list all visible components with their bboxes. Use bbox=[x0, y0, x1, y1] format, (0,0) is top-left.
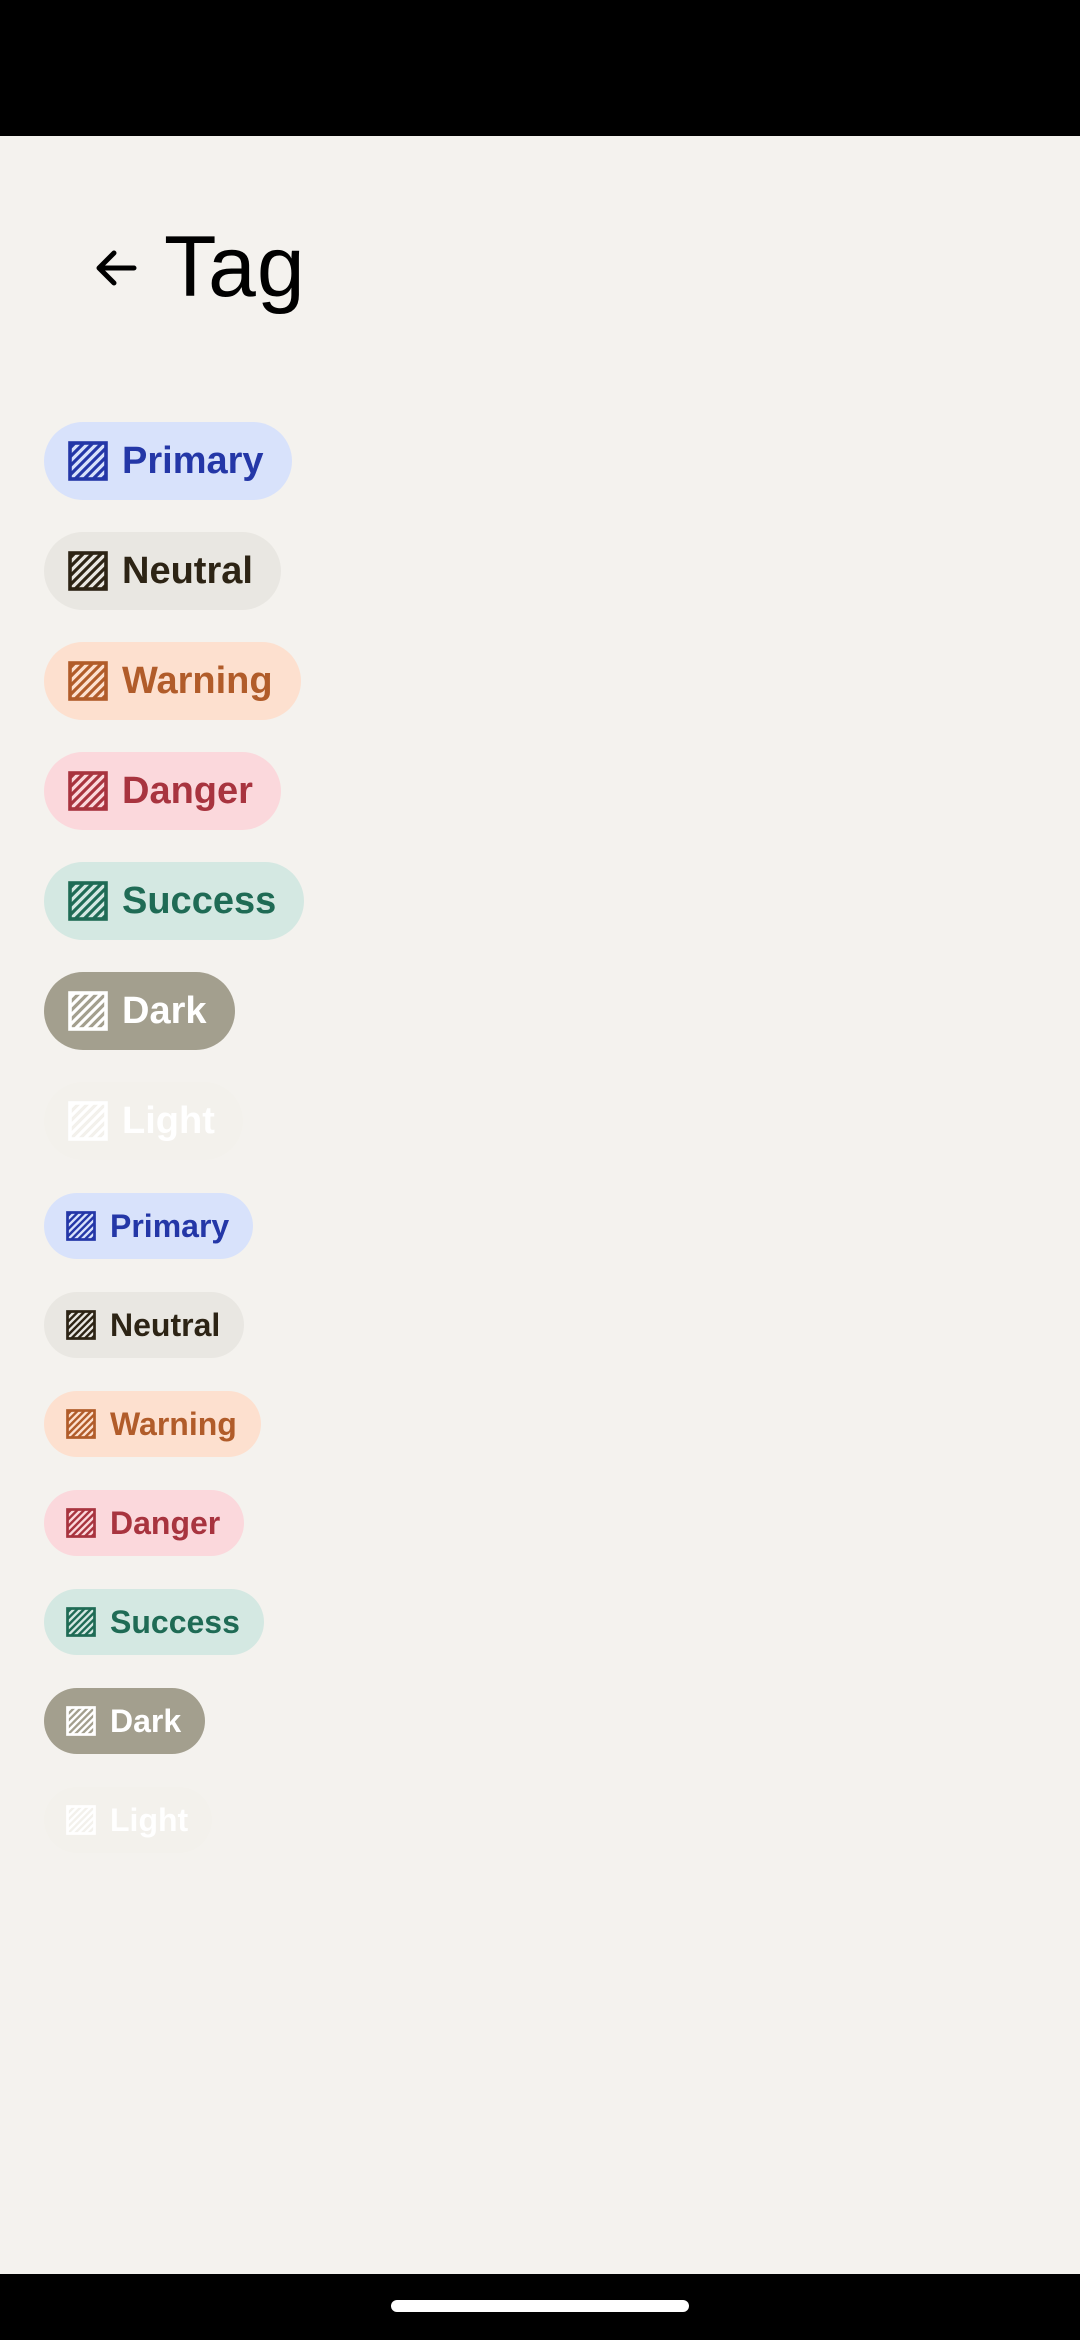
tag-label: Light bbox=[110, 1801, 189, 1838]
arrow-left-icon bbox=[96, 250, 137, 286]
tag-label: Danger bbox=[110, 1504, 221, 1541]
tag-primary-large[interactable]: Primary bbox=[44, 422, 292, 500]
tag-label: Warning bbox=[122, 659, 273, 702]
hatched-square-icon bbox=[68, 661, 108, 701]
tag-primary-small[interactable]: Primary bbox=[44, 1193, 254, 1259]
tag-label: Dark bbox=[122, 989, 207, 1032]
hatched-square-icon bbox=[66, 1409, 96, 1439]
tag-label: Neutral bbox=[122, 549, 253, 592]
hatched-square-icon bbox=[68, 991, 108, 1031]
tag-label: Dark bbox=[110, 1702, 182, 1739]
tag-danger-large[interactable]: Danger bbox=[44, 752, 281, 830]
page-title: Tag bbox=[164, 219, 306, 315]
tag-neutral-large[interactable]: Neutral bbox=[44, 532, 281, 610]
app-header: Tag bbox=[0, 136, 1080, 386]
tag-warning-small[interactable]: Warning bbox=[44, 1391, 261, 1457]
tag-label: Danger bbox=[122, 769, 253, 812]
tag-dark-large[interactable]: Dark bbox=[44, 972, 235, 1050]
tag-neutral-small[interactable]: Neutral bbox=[44, 1292, 245, 1358]
tag-label: Neutral bbox=[110, 1306, 221, 1343]
tag-success-small[interactable]: Success bbox=[44, 1589, 264, 1655]
hatched-square-icon bbox=[68, 1101, 108, 1141]
hatched-square-icon bbox=[66, 1310, 96, 1340]
back-button[interactable] bbox=[84, 236, 148, 300]
tag-label: Primary bbox=[110, 1207, 230, 1244]
hatched-square-icon bbox=[66, 1211, 96, 1241]
home-indicator[interactable] bbox=[391, 2300, 689, 2312]
hatched-square-icon bbox=[66, 1508, 96, 1538]
tag-label: Success bbox=[122, 879, 277, 922]
tag-success-large[interactable]: Success bbox=[44, 862, 305, 940]
tag-light-large[interactable]: Light bbox=[44, 1082, 243, 1160]
tag-danger-small[interactable]: Danger bbox=[44, 1490, 245, 1556]
tag-warning-large[interactable]: Warning bbox=[44, 642, 301, 720]
hatched-square-icon bbox=[68, 551, 108, 591]
tag-label: Light bbox=[122, 1099, 215, 1142]
tag-label: Success bbox=[110, 1603, 240, 1640]
hatched-square-icon bbox=[68, 441, 108, 481]
tag-dark-small[interactable]: Dark bbox=[44, 1688, 206, 1754]
hatched-square-icon bbox=[66, 1607, 96, 1637]
hatched-square-icon bbox=[66, 1805, 96, 1835]
tag-label: Warning bbox=[110, 1405, 237, 1442]
status-bar bbox=[0, 0, 1080, 136]
hatched-square-icon bbox=[68, 881, 108, 921]
tag-light-small[interactable]: Light bbox=[44, 1787, 213, 1853]
hatched-square-icon bbox=[66, 1706, 96, 1736]
hatched-square-icon bbox=[68, 771, 108, 811]
tag-label: Primary bbox=[122, 439, 264, 482]
